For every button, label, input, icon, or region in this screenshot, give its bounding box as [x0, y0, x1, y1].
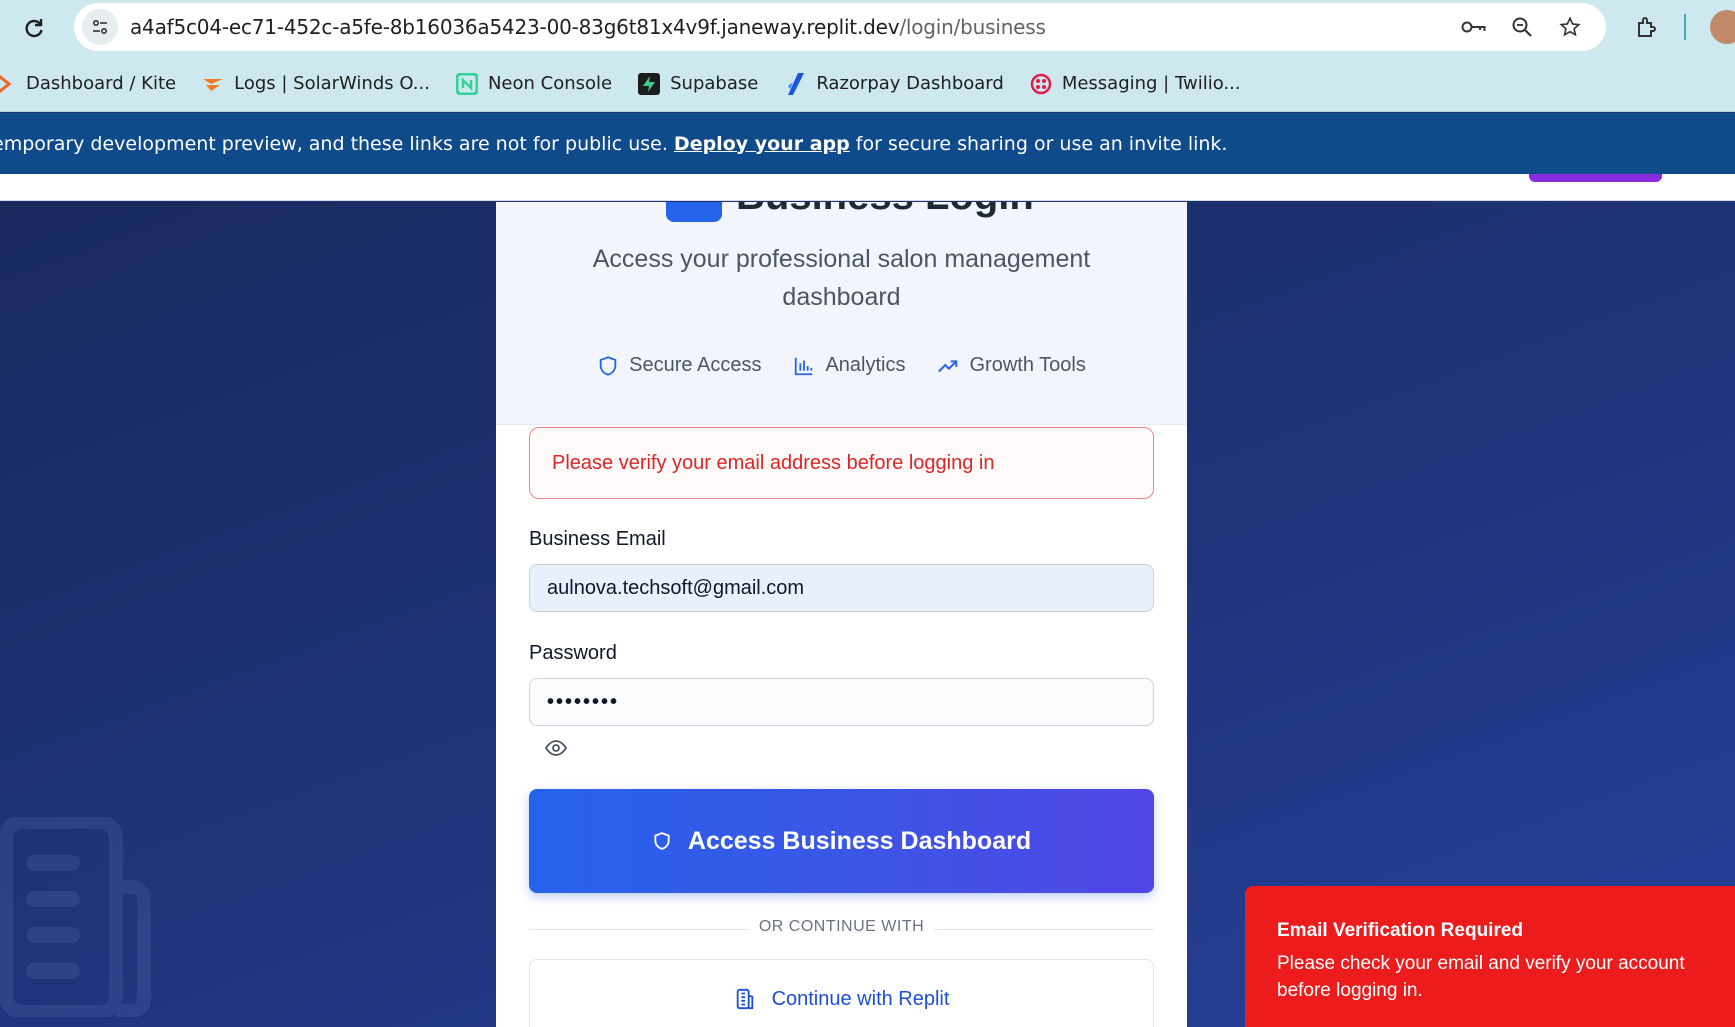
url-host: a4af5c04-ec71-452c-a5fe-8b16036a5423-00-…: [130, 15, 900, 39]
bookmark-solarwinds[interactable]: Logs | SolarWinds O...: [202, 73, 430, 95]
trending-up-icon: [938, 359, 958, 372]
key-icon[interactable]: [1458, 11, 1490, 43]
shield-icon: [654, 832, 670, 850]
kite-icon: [0, 73, 16, 95]
bookmark-razorpay[interactable]: Razorpay Dashboard: [784, 72, 1004, 95]
feature-label: Analytics: [825, 354, 906, 376]
feature-label: Secure Access: [629, 354, 762, 376]
error-alert: Please verify your email address before …: [529, 427, 1154, 499]
business-logo-icon: [666, 202, 722, 222]
bookmark-label: Razorpay Dashboard: [816, 73, 1004, 94]
address-bar[interactable]: a4af5c04-ec71-452c-a5fe-8b16036a5423-00-…: [74, 3, 1606, 51]
star-icon[interactable]: [1554, 11, 1586, 43]
url-path: /login/business: [899, 15, 1046, 39]
show-password-icon[interactable]: [544, 736, 568, 760]
toast-title: Email Verification Required: [1277, 920, 1524, 941]
bookmark-label: Dashboard / Kite: [26, 73, 177, 94]
feature-secure-access: Secure Access: [597, 354, 761, 377]
solarwinds-icon: [202, 73, 224, 95]
login-card: Business Login Access your professional …: [496, 202, 1187, 1027]
password-label: Password: [529, 642, 617, 664]
feature-label: Growth Tools: [969, 354, 1086, 376]
bookmark-label: Neon Console: [487, 73, 613, 94]
page-header: [0, 174, 1735, 201]
bookmark-label: Messaging | Twilio...: [1061, 73, 1241, 94]
banner-text-after: for secure sharing or use an invite link…: [849, 132, 1228, 155]
feature-list: Secure Access Analytics Growth Tools: [496, 354, 1187, 377]
error-toast[interactable]: Email Verification Required Please check…: [1245, 886, 1735, 1027]
bookmark-neon[interactable]: Neon Console: [455, 72, 613, 95]
continue-with-replit-button[interactable]: Continue with Replit: [529, 959, 1154, 1027]
razorpay-icon: [784, 72, 806, 95]
url-text[interactable]: a4af5c04-ec71-452c-a5fe-8b16036a5423-00-…: [130, 15, 1046, 39]
browser-toolbar: a4af5c04-ec71-452c-a5fe-8b16036a5423-00-…: [0, 0, 1735, 56]
card-header: Business Login Access your professional …: [496, 202, 1187, 425]
page-title: Business Login: [736, 202, 1034, 219]
bookmark-supabase[interactable]: Supabase: [638, 72, 759, 95]
feature-growth-tools: Growth Tools: [937, 354, 1086, 377]
feature-analytics: Analytics: [793, 354, 905, 377]
building-icon: [736, 988, 753, 1010]
bookmark-twilio[interactable]: Messaging | Twilio...: [1030, 73, 1241, 95]
email-label: Business Email: [529, 528, 666, 550]
twilio-icon: [1030, 73, 1052, 95]
access-dashboard-button[interactable]: Access Business Dashboard: [529, 789, 1154, 893]
replit-label: Continue with Replit: [771, 987, 950, 1010]
extensions-icon[interactable]: [1630, 10, 1664, 44]
reload-icon[interactable]: [18, 12, 50, 44]
header-action-button[interactable]: [1529, 174, 1662, 182]
site-info-icon[interactable]: [82, 9, 118, 45]
banner-text-before: emporary development preview, and these …: [0, 132, 674, 155]
bookmark-label: Supabase: [670, 73, 759, 94]
bookmarks-bar: Dashboard / Kite Logs | SolarWinds O... …: [0, 56, 1735, 112]
profile-avatar[interactable]: [1710, 10, 1735, 44]
bookmark-label: Logs | SolarWinds O...: [234, 73, 430, 94]
building-icon: [0, 817, 151, 1017]
neon-icon: [455, 72, 478, 95]
deploy-app-link[interactable]: Deploy your app: [674, 133, 850, 155]
password-field[interactable]: ••••••••: [529, 678, 1154, 726]
supabase-icon: [638, 72, 661, 95]
page-subtitle: Access your professional salon managemen…: [592, 245, 1091, 311]
bar-chart-icon: [795, 357, 813, 375]
submit-label: Access Business Dashboard: [687, 826, 1032, 855]
zoom-icon[interactable]: [1506, 11, 1538, 43]
toast-body: Please check your email and verify your …: [1277, 953, 1685, 1001]
shield-icon: [599, 355, 617, 376]
bookmark-kite[interactable]: Dashboard / Kite: [0, 73, 176, 95]
toolbar-divider: [1684, 14, 1686, 40]
or-divider: OR CONTINUE WITH: [529, 918, 1154, 940]
email-field[interactable]: aulnova.techsoft@gmail.com: [529, 564, 1154, 612]
divider-text: OR CONTINUE WITH: [748, 918, 935, 935]
dev-preview-banner: emporary development preview, and these …: [0, 113, 1735, 174]
